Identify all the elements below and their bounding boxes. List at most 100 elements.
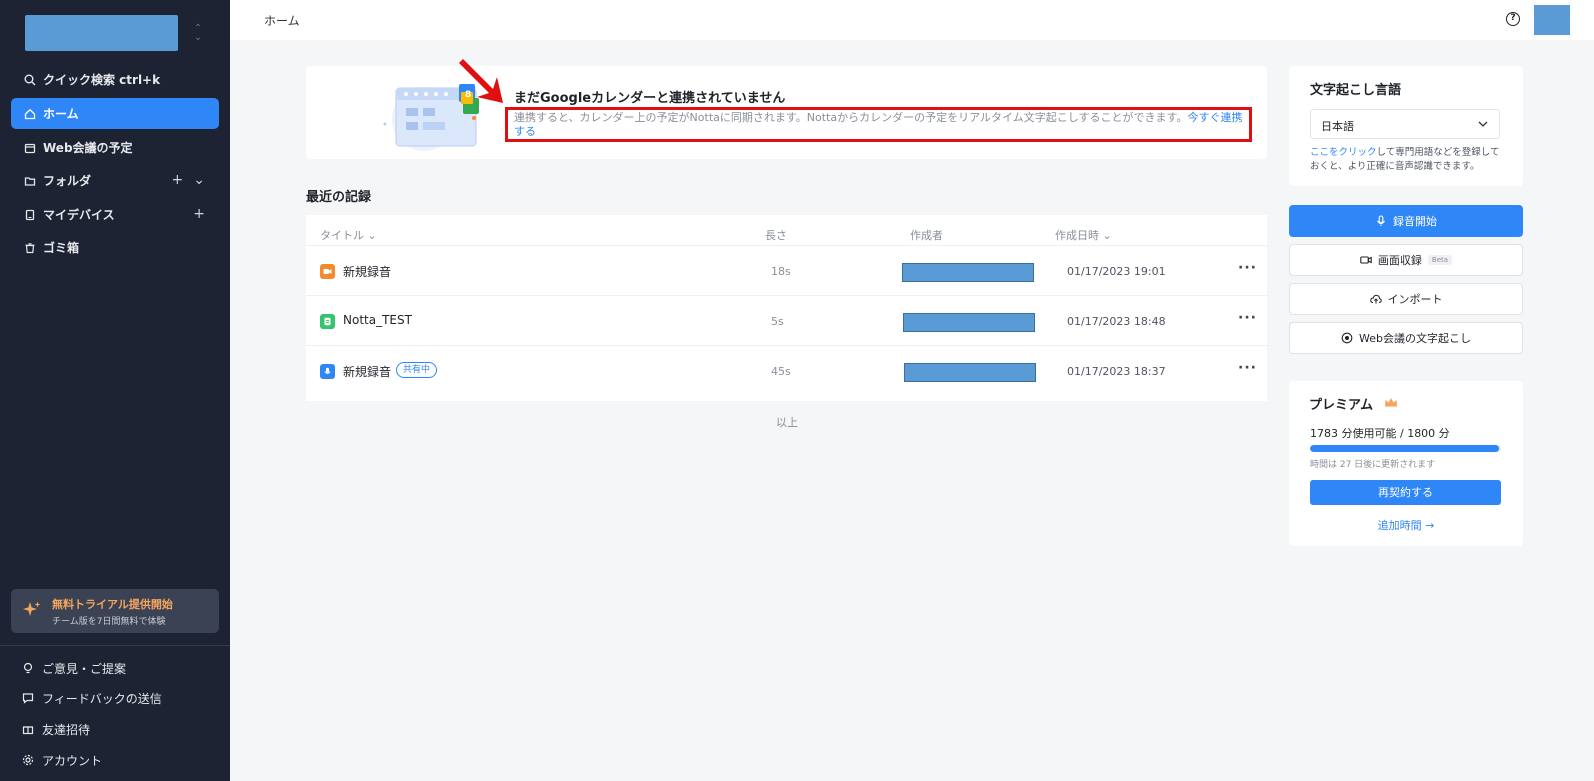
- record-name: 新規録音: [343, 265, 392, 279]
- calendar-icon: [22, 140, 38, 156]
- record-length: 18s: [771, 265, 791, 278]
- banner-description-text: 連携すると、カレンダー上の予定がNottaに同期されます。Nottaからカレンダ…: [514, 111, 1188, 124]
- microphone-icon: [320, 364, 335, 379]
- meeting-icon: [1341, 332, 1353, 344]
- renewal-text: 時間は 27 日後に更新されます: [1310, 460, 1436, 470]
- sidebar-item-my-devices[interactable]: マイデバイス +: [11, 199, 219, 230]
- renew-button[interactable]: 再契約する: [1310, 480, 1501, 505]
- calendar-connect-banner: 8 まだGoogleカレンダーと連携されていません 連携すると、カレンダー上の予…: [306, 66, 1267, 159]
- sidebar-item-label: フィードバックの送信: [42, 692, 162, 706]
- cloud-upload-icon: [1369, 294, 1382, 304]
- sidebar-item-invite[interactable]: 友達招待: [22, 721, 90, 738]
- device-icon: [22, 207, 38, 223]
- home-icon: [22, 106, 38, 122]
- search-icon: [22, 72, 38, 88]
- microphone-icon: [1377, 215, 1385, 226]
- more-options-icon[interactable]: ···: [1238, 260, 1257, 276]
- table-row[interactable]: Notta_TEST 5s 01/17/2023 18:48 ···: [306, 295, 1267, 345]
- web-meeting-label: Web会議の文字起こし: [1359, 332, 1471, 345]
- sidebar-item-home[interactable]: ホーム: [11, 98, 219, 129]
- language-title: 文字起こし言語: [1310, 83, 1402, 98]
- screen-recording-label: 画面収録: [1377, 254, 1422, 267]
- record-date: 01/17/2023 19:01: [1067, 265, 1166, 278]
- folder-icon: [22, 173, 38, 189]
- workspace-switcher[interactable]: [25, 15, 178, 51]
- sidebar-item-label: ホーム: [43, 107, 79, 121]
- avatar[interactable]: [1534, 5, 1570, 35]
- top-bar: ホーム ?: [230, 0, 1594, 40]
- sidebar-item-label: Web会議の予定: [43, 141, 133, 155]
- usage-progress-fill: [1310, 445, 1500, 452]
- chat-icon: [22, 692, 36, 706]
- web-meeting-transcription-button[interactable]: Web会議の文字起こし: [1289, 322, 1523, 354]
- help-icon[interactable]: ?: [1506, 12, 1520, 26]
- sidebar-item-label: 友達招待: [42, 723, 91, 737]
- records-table: タイトル ⌄ 長さ 作成者 作成日時 ⌄ 新規録音 18s 01/17/2023…: [306, 215, 1267, 401]
- trial-banner[interactable]: 無料トライアル提供開始 チーム版を7日間無料で体験: [11, 589, 219, 633]
- sidebar-item-folder[interactable]: フォルダ + ⌄: [11, 165, 219, 196]
- chevron-updown-icon[interactable]: ⌃ ⌄: [193, 24, 203, 43]
- sidebar-item-label: ご意見・ご提案: [42, 662, 127, 676]
- sidebar: ⌃ ⌄ クイック検索 ctrl+k ホーム Web会議の予定 フォルダ + ⌄ マイ…: [0, 0, 230, 781]
- add-device-icon[interactable]: +: [193, 206, 205, 222]
- end-of-list-label: 以上: [776, 416, 798, 429]
- sidebar-item-label: マイデバイス: [43, 208, 115, 222]
- record-length: 5s: [771, 315, 784, 328]
- custom-terms-link[interactable]: ここをクリック: [1310, 147, 1377, 158]
- banner-title: まだGoogleカレンダーと連携されていません: [514, 91, 786, 106]
- more-options-icon[interactable]: ···: [1238, 310, 1257, 326]
- add-time-link[interactable]: 追加時間 →: [1289, 517, 1523, 533]
- record-name: 新規録音: [343, 365, 392, 379]
- usage-progress-bar: [1310, 445, 1501, 452]
- chevron-down-icon[interactable]: ⌄: [193, 172, 205, 188]
- language-note: ここをクリックして専門用語などを登録しておくと、より正確に音声認識できます。: [1310, 146, 1508, 174]
- sidebar-divider: [0, 645, 230, 646]
- gift-icon: [22, 723, 36, 737]
- premium-card: プレミアム 1783 分使用可能 / 1800 分 時間は 27 日後に更新され…: [1289, 381, 1523, 546]
- sidebar-item-web-meetings[interactable]: Web会議の予定: [11, 132, 219, 163]
- sidebar-item-suggestions[interactable]: ご意見・ご提案: [22, 660, 126, 677]
- sidebar-item-feedback[interactable]: フィードバックの送信: [22, 690, 162, 707]
- record-creator: [902, 263, 1034, 282]
- trash-icon: [22, 240, 38, 256]
- column-header-created[interactable]: 作成日時 ⌄: [1055, 227, 1112, 243]
- crown-icon: [1385, 398, 1397, 407]
- trial-title: 無料トライアル提供開始: [52, 598, 173, 611]
- language-select[interactable]: 日本語: [1310, 109, 1500, 139]
- sidebar-item-label: クイック検索 ctrl+k: [43, 73, 161, 87]
- sidebar-item-label: ゴミ箱: [43, 241, 80, 255]
- breadcrumb: ホーム: [264, 14, 300, 28]
- screen-recording-button[interactable]: 画面収録 Beta: [1289, 244, 1523, 276]
- sidebar-item-trash[interactable]: ゴミ箱: [11, 232, 219, 263]
- column-header-creator: 作成者: [910, 229, 943, 242]
- transcription-language-card: 文字起こし言語 日本語 ここをクリックして専門用語などを登録しておくと、より正確…: [1289, 66, 1523, 186]
- start-recording-button[interactable]: 録音開始: [1289, 205, 1523, 237]
- beta-badge: Beta: [1427, 255, 1453, 265]
- record-creator: [904, 363, 1036, 382]
- sidebar-item-label: フォルダ: [43, 174, 92, 188]
- lightbulb-icon: [22, 662, 36, 676]
- import-button[interactable]: インポート: [1289, 283, 1523, 315]
- sidebar-item-quick-search[interactable]: クイック検索 ctrl+k: [11, 64, 219, 95]
- import-label: インポート: [1387, 293, 1443, 306]
- red-arrow-icon: [459, 59, 503, 103]
- document-icon: [320, 314, 335, 329]
- record-date: 01/17/2023 18:48: [1067, 315, 1166, 328]
- record-creator: [903, 313, 1035, 332]
- column-header-length: 長さ: [765, 229, 787, 242]
- sidebar-item-account[interactable]: アカウント: [22, 752, 102, 769]
- more-options-icon[interactable]: ···: [1238, 360, 1257, 376]
- table-row[interactable]: 新規録音 共有中 45s 01/17/2023 18:37 ···: [306, 345, 1267, 395]
- video-camera-icon: [1360, 256, 1372, 264]
- banner-description: 連携すると、カレンダー上の予定がNottaに同期されます。Nottaからカレンダ…: [514, 111, 1249, 139]
- add-folder-icon[interactable]: +: [172, 172, 184, 188]
- record-length: 45s: [771, 365, 791, 378]
- column-header-title[interactable]: タイトル ⌄: [320, 227, 377, 243]
- start-recording-label: 録音開始: [1393, 215, 1437, 228]
- shared-badge: 共有中: [396, 362, 438, 378]
- language-value: 日本語: [1321, 120, 1354, 133]
- gear-icon: [22, 754, 36, 768]
- table-row[interactable]: 新規録音 18s 01/17/2023 19:01 ···: [306, 245, 1267, 295]
- trial-subtitle: チーム版を7日間無料で体験: [52, 617, 166, 627]
- premium-title: プレミアム: [1309, 398, 1374, 413]
